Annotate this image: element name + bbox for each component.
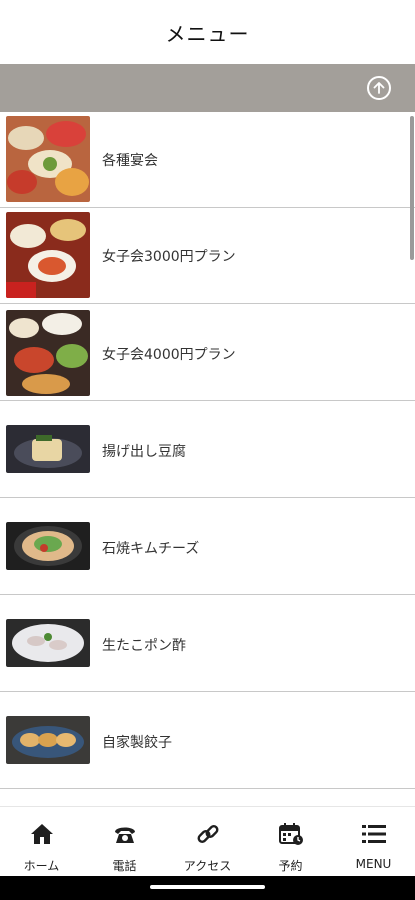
menu-item-label: 女子会4000円プラン [102, 347, 236, 363]
list-item[interactable]: 女子会3000円プラン [0, 208, 415, 304]
tab-label: 電話 [112, 859, 137, 873]
list-item[interactable]: 揚げ出し豆腐 [0, 401, 415, 498]
list-item[interactable]: 石焼キムチーズ [0, 498, 415, 595]
tab-label: 予約 [278, 859, 303, 873]
home-indicator[interactable] [150, 885, 265, 889]
tab-label: ホーム [23, 859, 60, 873]
menu-list-icon [361, 821, 387, 847]
kimchi-cheese-thumbnail [6, 522, 90, 570]
girls-party-3000-thumbnail [6, 212, 90, 298]
agedashi-tofu-thumbnail [6, 425, 90, 473]
menu-item-label: 揚げ出し豆腐 [102, 444, 186, 460]
list-item[interactable]: 生たこポン酢 [0, 595, 415, 692]
banquet-thumbnail [6, 116, 90, 202]
octopus-ponzu-thumbnail [6, 619, 90, 667]
menu-item-label: 自家製餃子 [102, 735, 172, 751]
tab-label: アクセス [183, 859, 232, 873]
page-title: メニュー [165, 21, 250, 46]
list-item[interactable]: 各種宴会 [0, 112, 415, 208]
tab-home[interactable]: ホーム [0, 807, 83, 877]
tab-label: MENU [355, 857, 392, 871]
calendar-icon [278, 821, 304, 847]
system-home-bar [0, 876, 415, 900]
list-item[interactable]: 女子会4000円プラン [0, 304, 415, 401]
app-screen: メニュー 各種宴会 女子会3000円プラン 女子会4000円プラン 揚げ出し豆腐… [0, 0, 415, 900]
list-item[interactable]: 自家製餃子 [0, 692, 415, 789]
bottom-tab-bar: ホーム 電話 アクセス 予約 MENU [0, 806, 415, 876]
list-scrollbar[interactable] [410, 116, 414, 260]
header: メニュー [0, 0, 415, 64]
gyoza-thumbnail [6, 716, 90, 764]
menu-item-label: 女子会3000円プラン [102, 249, 236, 265]
category-bar [0, 64, 415, 112]
tab-menu[interactable]: MENU [332, 807, 415, 877]
menu-list[interactable]: 各種宴会 女子会3000円プラン 女子会4000円プラン 揚げ出し豆腐 石焼キム… [0, 112, 415, 806]
arrow-up-icon [373, 82, 385, 94]
phone-icon [112, 821, 138, 847]
menu-item-label: 各種宴会 [102, 153, 158, 169]
scroll-to-top-button[interactable] [367, 76, 391, 100]
tab-reservation[interactable]: 予約 [249, 807, 332, 877]
girls-party-4000-thumbnail [6, 310, 90, 396]
link-icon [195, 821, 221, 847]
menu-item-label: 生たこポン酢 [102, 638, 186, 654]
menu-item-label: 石焼キムチーズ [102, 541, 200, 557]
home-icon [29, 821, 55, 847]
tab-access[interactable]: アクセス [166, 807, 249, 877]
tab-phone[interactable]: 電話 [83, 807, 166, 877]
